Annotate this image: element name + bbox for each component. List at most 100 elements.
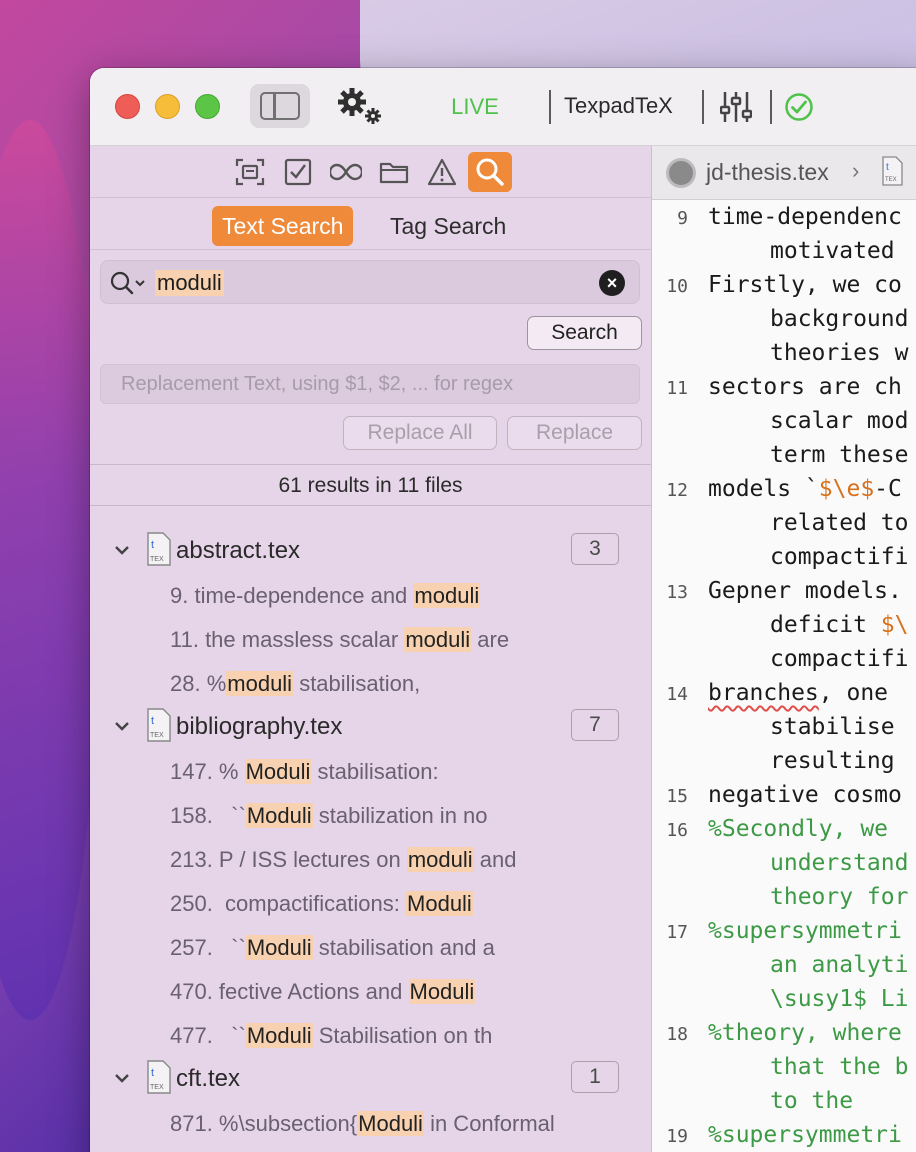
sidebar: Text Search Tag Search moduli × Search R… xyxy=(90,146,652,1152)
clear-search-button[interactable]: × xyxy=(599,270,625,296)
result-item[interactable]: 147. % Moduli stabilisation: xyxy=(170,759,439,803)
typeset-engine-selector[interactable]: TexpadTeX xyxy=(564,93,673,119)
result-item[interactable]: 9. time-dependence and moduli xyxy=(170,583,481,627)
code-line: sectors are ch xyxy=(708,374,902,400)
code-line: Firstly, we co xyxy=(708,272,902,298)
file-group-header[interactable]: t TEX abstract.tex 3 xyxy=(90,528,651,572)
line-number: 15 xyxy=(666,786,688,807)
code-line: compactifi xyxy=(770,544,909,570)
breadcrumb-file[interactable]: jd-thesis.tex xyxy=(706,159,829,186)
result-item[interactable]: 158. ``Moduli stabilization in no xyxy=(170,803,488,847)
code-line: scalar mod xyxy=(770,408,909,434)
sidebar-icon xyxy=(260,92,300,120)
close-window-button[interactable] xyxy=(115,94,140,119)
result-item[interactable]: 470. fective Actions and Moduli xyxy=(170,979,476,1023)
file-name: abstract.tex xyxy=(176,537,301,564)
warning-icon[interactable] xyxy=(420,152,464,192)
code-line: %Secondly, we xyxy=(708,816,889,842)
svg-text:TEX: TEX xyxy=(885,177,897,183)
line-number: 19 xyxy=(666,1126,688,1147)
outline-icon[interactable] xyxy=(228,152,272,192)
search-icon[interactable] xyxy=(468,152,512,192)
search-input[interactable]: moduli × xyxy=(100,260,640,304)
toolbar-divider xyxy=(770,90,772,124)
zoom-window-button[interactable] xyxy=(195,94,220,119)
toolbar-divider xyxy=(702,90,704,124)
code-line: time-dependenc xyxy=(708,204,902,230)
code-line: related to xyxy=(770,510,909,536)
code-line: deficit $\ xyxy=(770,612,909,638)
file-name: cft.tex xyxy=(176,1065,241,1092)
editor-breadcrumb-bar: jd-thesis.tex › t TEX xyxy=(652,146,916,200)
svg-text:t: t xyxy=(151,715,154,727)
tab-tag-search[interactable]: Tag Search xyxy=(380,206,516,246)
gears-icon[interactable] xyxy=(335,86,385,126)
code-line: branches, one xyxy=(708,680,889,706)
replace-button[interactable]: Replace xyxy=(507,416,642,450)
chevron-down-icon[interactable] xyxy=(112,716,132,736)
toolbar-divider xyxy=(549,90,551,124)
svg-text:TEX: TEX xyxy=(150,556,164,563)
search-query: moduli xyxy=(155,270,224,296)
chevron-right-icon: › xyxy=(852,158,860,183)
code-line: that the b xyxy=(770,1054,909,1080)
search-options-icon[interactable] xyxy=(109,270,149,296)
result-item[interactable]: 257. ``Moduli stabilisation and a xyxy=(170,935,495,979)
chevron-down-icon[interactable] xyxy=(112,1068,132,1088)
tab-text-search[interactable]: Text Search xyxy=(212,206,354,246)
folder-icon[interactable] xyxy=(372,152,416,192)
code-line: an analyti xyxy=(770,952,909,978)
sidebar-toggle-button[interactable] xyxy=(250,84,310,128)
app-window: LIVE TexpadTeX Text Search Tag Search mo… xyxy=(90,68,916,1152)
code-line: negative cosmo xyxy=(708,782,902,808)
file-group-header[interactable]: t TEX bibliography.tex 7 xyxy=(90,704,651,748)
result-item[interactable]: 213. P / ISS lectures on moduli and xyxy=(170,847,516,891)
live-toggle[interactable]: LIVE xyxy=(420,94,530,120)
tex-file-icon: t TEX xyxy=(147,1060,171,1094)
line-number: 14 xyxy=(666,684,688,705)
result-item[interactable]: 250. compactifications: Moduli xyxy=(170,891,473,935)
replace-all-button[interactable]: Replace All xyxy=(343,416,497,450)
divider xyxy=(90,505,651,506)
replacement-input[interactable]: Replacement Text, using $1, $2, ... for … xyxy=(100,364,640,404)
line-number: 12 xyxy=(666,480,688,501)
search-mode-tabs: Text Search Tag Search xyxy=(90,198,651,250)
line-number: 9 xyxy=(677,208,688,229)
toolbar: LIVE TexpadTeX xyxy=(90,68,916,146)
line-number: 16 xyxy=(666,820,688,841)
code-line: stabilise xyxy=(770,714,895,740)
file-status-icon xyxy=(666,158,696,188)
results-summary: 61 results in 11 files xyxy=(278,474,463,497)
result-item[interactable]: 871. %\subsection{Moduli in Conformal xyxy=(170,1111,555,1152)
tex-file-icon: t TEX xyxy=(147,708,171,742)
sliders-icon[interactable] xyxy=(720,90,752,124)
code-line: Gepner models. xyxy=(708,578,902,604)
svg-text:t: t xyxy=(151,539,154,551)
sidebar-toolbar xyxy=(90,146,651,198)
chevron-down-icon[interactable] xyxy=(112,540,132,560)
result-item[interactable]: 11. the massless scalar moduli are xyxy=(170,627,509,671)
code-line: \susy1$ Li xyxy=(770,986,909,1012)
infinity-icon[interactable] xyxy=(324,152,368,192)
checkmark-circle-icon[interactable] xyxy=(784,92,814,122)
line-number: 10 xyxy=(666,276,688,297)
tex-file-icon[interactable]: t TEX xyxy=(882,156,904,186)
tex-file-icon: t TEX xyxy=(147,532,171,566)
code-line: understand xyxy=(770,850,909,876)
code-line: resulting xyxy=(770,748,895,774)
line-number: 13 xyxy=(666,582,688,603)
file-group-header[interactable]: t TEX cft.tex 1 xyxy=(90,1056,651,1100)
minimize-window-button[interactable] xyxy=(155,94,180,119)
match-count-badge: 3 xyxy=(571,533,619,565)
desktop-wallpaper-wave xyxy=(0,120,100,1020)
code-line: background xyxy=(770,306,909,332)
code-line: theory for xyxy=(770,884,909,910)
todo-icon[interactable] xyxy=(276,152,320,192)
editor-pane: jd-thesis.tex › t TEX 9 time-dependenc mo… xyxy=(652,146,916,1152)
search-button[interactable]: Search xyxy=(527,316,642,350)
code-line: term these xyxy=(770,442,909,468)
svg-text:t: t xyxy=(886,162,889,173)
divider xyxy=(90,464,651,465)
close-icon: × xyxy=(606,273,618,293)
svg-text:t: t xyxy=(151,1067,154,1079)
